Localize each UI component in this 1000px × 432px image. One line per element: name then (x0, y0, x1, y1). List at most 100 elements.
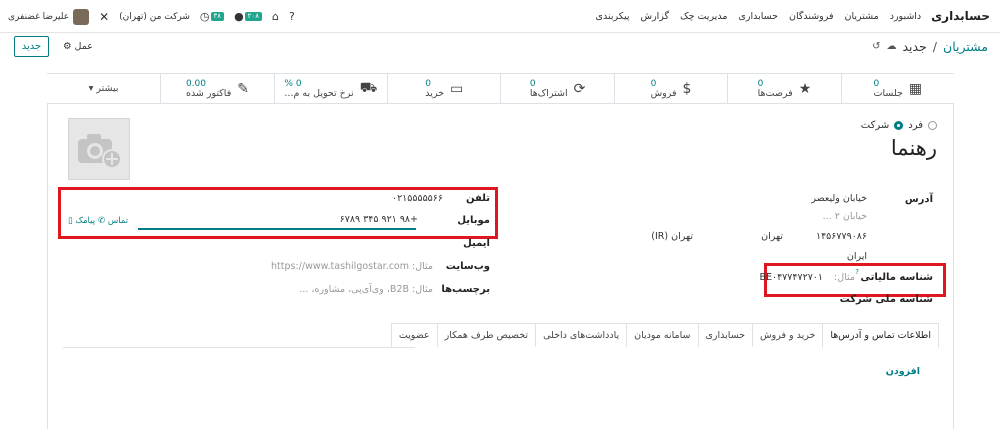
tab-contacts-addresses[interactable]: اطلاعات تماس و آدرس‌ها (822, 323, 939, 348)
city-field[interactable]: تهران (761, 231, 783, 242)
smart-button-value: 0.00 (185, 78, 207, 89)
smart-button-label: فاکتور شده (185, 87, 232, 99)
phone-field[interactable]: ۰۲۱۵۵۵۵۵۶۶ (392, 193, 443, 204)
camera-plus-icon (78, 134, 122, 169)
tags-field[interactable]: مثال: B2B، وی‌آی‌پی، مشاوره، ... (299, 284, 433, 295)
help-icon[interactable]: ? (289, 10, 295, 23)
smart-button-value: 0 % (284, 78, 302, 89)
website-field[interactable]: مثال: https://www.tashilgostar.com (271, 261, 433, 272)
website-label: وب‌سایت (445, 261, 490, 272)
call-link[interactable]: ✆ تماس (98, 216, 128, 226)
smart-button-invoiced[interactable]: ✎ 0.00 فاکتور شده (160, 74, 273, 103)
chat-badge: ۲۰۸ (244, 12, 262, 21)
breadcrumb-current: جدید (902, 39, 927, 54)
smart-button-purchases[interactable]: ▭ 0 خرید (387, 74, 500, 103)
state-field[interactable]: تهران (IR) (651, 231, 693, 242)
form-sheet: فرد شرکت رهنما آدرس خیابان ولیعصر خیابان… (47, 104, 954, 429)
add-contact-link[interactable]: افزودن (886, 366, 920, 377)
sms-link-label: پیامک (75, 216, 96, 226)
address-label: آدرس (904, 194, 933, 205)
menu-customers[interactable]: مشتریان (845, 11, 879, 22)
mobile-field[interactable]: +۹۸ ۹۲۱ ۳۴۵ ۶۷۸۹ (340, 214, 418, 225)
radio-company-label: شرکت (860, 120, 890, 131)
tab-sales-purchase[interactable]: خرید و فروش (752, 323, 824, 347)
menu-reporting[interactable]: گزارش (640, 11, 669, 22)
user-menu[interactable]: علیرضا غضنفری (8, 8, 90, 25)
action-label: عمل (74, 41, 93, 52)
tools-icon[interactable]: ✕ (99, 10, 109, 24)
tab-membership[interactable]: عضویت (390, 323, 438, 347)
breadcrumb-parent[interactable]: مشتریان (943, 39, 988, 54)
activity-icon[interactable]: ◷ ۳۸ (200, 10, 225, 23)
menu-dashboard[interactable]: داشبورد (890, 11, 921, 22)
breadcrumb: مشتریان / جدید ☁ ↺ (872, 39, 988, 54)
tax-id-help-icon[interactable]: ? (855, 268, 859, 276)
tab-tax-system[interactable]: سامانه مودیان (626, 323, 699, 347)
tax-id-label: شناسه مالیاتی (860, 272, 933, 283)
action-menu-button[interactable]: ⚙ عمل (63, 41, 93, 52)
navbar-systray: علیرضا غضنفری ✕ شرکت من (تهران) ◷ ۳۸ ● ۲۰۸… (8, 0, 295, 33)
smart-button-value: 0 (757, 78, 764, 89)
mobile-label: موبایل (457, 215, 490, 226)
tags-label: برچسب‌ها (441, 284, 490, 295)
smart-button-value: 0 (529, 78, 536, 89)
mobile-underline (138, 228, 416, 230)
menu-accounting[interactable]: حسابداری (738, 11, 778, 22)
tab-internal-notes[interactable]: یادداشت‌های داخلی (535, 323, 628, 347)
country-field[interactable]: ایران (847, 251, 867, 262)
activity-badge: ۳۸ (210, 12, 225, 21)
company-switcher[interactable]: شرکت من (تهران) (119, 12, 190, 22)
radio-person[interactable] (928, 121, 937, 130)
app-brand[interactable]: حسابداری (931, 9, 990, 23)
undo-icon[interactable]: ↺ (872, 41, 880, 52)
top-navbar: حسابداری داشبورد مشتریان فروشندگان حسابد… (0, 0, 1000, 33)
gear-icon: ⚙ (63, 41, 72, 52)
tab-partner-assignment[interactable]: تخصیص طرف همکار (436, 323, 537, 347)
smart-button-label: خرید (425, 87, 444, 99)
truck-icon: ⛟ (359, 79, 378, 96)
credit-card-icon: ▭ (450, 80, 464, 97)
notebook-tabs: اطلاعات تماس و آدرس‌ها خرید و فروش حسابد… (390, 323, 939, 348)
company-type-selector: فرد شرکت (861, 120, 937, 131)
chat-icon[interactable]: ● ۲۰۸ (234, 10, 262, 23)
star-icon: ★ (798, 80, 812, 97)
tab-divider (63, 347, 415, 348)
more-button[interactable]: بیشتر ▾ (47, 74, 160, 103)
menu-check-management[interactable]: مدیریت چک (680, 11, 727, 22)
dollar-icon: $ (682, 80, 692, 97)
bank-icon[interactable]: ⌂ (272, 10, 279, 23)
smart-button-value: 0 (425, 78, 431, 89)
phone-label: تلفن (465, 193, 490, 204)
street2-field[interactable]: خیابان ۲ ... (823, 211, 867, 222)
partner-name-field[interactable]: رهنما (891, 136, 937, 160)
sms-link[interactable]: ▯ پیامک (68, 216, 95, 226)
smart-button-label: فرصت‌ها (757, 87, 793, 99)
partner-photo-upload[interactable] (68, 118, 130, 180)
radio-company[interactable] (894, 121, 904, 130)
breadcrumb-separator: / (932, 39, 938, 54)
street-field[interactable]: خیابان ولیعصر (811, 193, 867, 204)
user-name: علیرضا غضنفری (8, 11, 70, 22)
smart-button-on-time-rate[interactable]: ⛟ 0 % نرخ تحویل به م... (273, 74, 387, 103)
smart-button-subscriptions[interactable]: ⟳ 0 اشتراک‌ها (500, 74, 613, 103)
smart-button-sales[interactable]: $ 0 فروش (613, 74, 727, 103)
cloud-upload-icon[interactable]: ☁ (886, 41, 896, 52)
zip-field[interactable]: ۱۴۵۶۷۷۹۰۸۶ (816, 231, 867, 242)
tab-accounting[interactable]: حسابداری (697, 323, 754, 347)
smart-button-value: 0 (650, 78, 657, 89)
edit-icon: ✎ (237, 80, 249, 97)
menu-configuration[interactable]: پیکربندی (596, 11, 630, 22)
smart-button-opportunities[interactable]: ★ 0 فرصت‌ها (727, 74, 840, 103)
new-button[interactable]: جدید (14, 36, 49, 57)
tax-id-field[interactable]: BE۰۴۷۷۴۷۲۷۰۱ (759, 272, 823, 283)
tax-id-example: مثال: (834, 272, 855, 283)
smart-button-meetings[interactable]: ▦ 0 جلسات (840, 74, 954, 103)
radio-person-label: فرد (908, 120, 923, 131)
smart-button-value: 0 (873, 78, 880, 89)
menu-vendors[interactable]: فروشندگان (789, 11, 834, 22)
smart-button-label: جلسات (873, 87, 903, 99)
national-id-label: شناسه ملی شرکت (839, 294, 933, 305)
smart-button-label: نرخ تحویل به م... (284, 87, 354, 99)
calendar-icon: ▦ (908, 80, 923, 97)
call-link-label: تماس (107, 216, 129, 226)
